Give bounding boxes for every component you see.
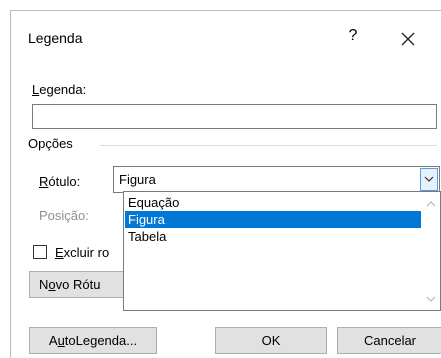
caption-dialog: Legenda ? Legenda: Opções Rótulo: Figura… <box>10 10 441 358</box>
chevron-up-icon[interactable] <box>426 196 436 211</box>
exclude-checkbox[interactable] <box>33 245 47 259</box>
caption-input[interactable] <box>32 104 437 129</box>
dropdown-scrollbar[interactable] <box>422 192 440 310</box>
dropdown-option-equacao[interactable]: Equação <box>125 194 421 211</box>
new-label-button[interactable]: No vo Rótu <box>29 271 125 298</box>
options-divider <box>100 145 437 146</box>
label-dropdown-list[interactable]: Equação Figura Tabela <box>123 191 441 311</box>
dropdown-option-tabela[interactable]: Tabela <box>125 228 421 245</box>
dialog-title: Legenda <box>28 30 83 46</box>
options-heading: Opções <box>28 136 73 151</box>
close-icon[interactable] <box>400 31 416 47</box>
dropdown-option-figura[interactable]: Figura <box>125 211 421 228</box>
chevron-down-icon[interactable] <box>426 291 436 306</box>
chevron-down-icon[interactable] <box>420 168 438 191</box>
cancel-button[interactable]: Cancelar <box>337 327 441 354</box>
ok-button[interactable]: OK <box>215 327 327 354</box>
autocaption-button[interactable]: Au toLegenda... <box>29 327 157 354</box>
caption-label: Legenda: <box>32 82 87 97</box>
help-button[interactable]: ? <box>347 27 359 45</box>
position-label: Posição: <box>39 208 89 223</box>
exclude-label: Excluir ro <box>55 245 110 260</box>
label-field-label: Rótulo: <box>39 174 81 189</box>
label-select[interactable]: Figura <box>113 166 440 193</box>
label-select-value: Figura <box>119 172 156 187</box>
